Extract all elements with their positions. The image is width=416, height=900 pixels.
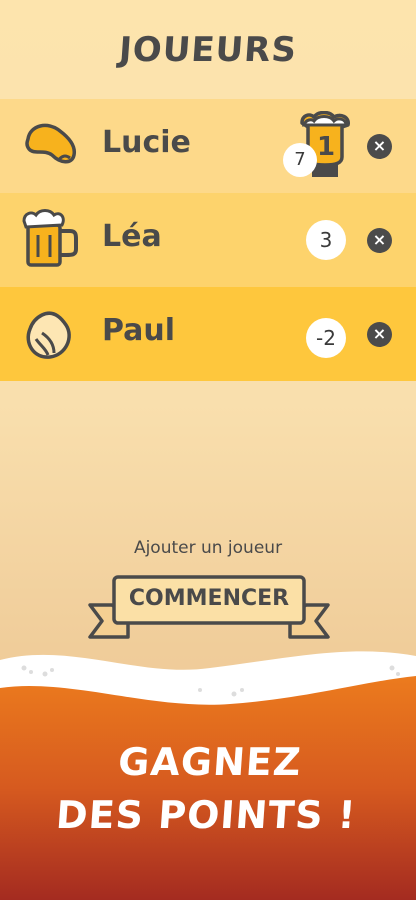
- player-name: Lucie: [102, 125, 191, 160]
- score-badge: 3: [306, 220, 346, 260]
- add-player-link[interactable]: Ajouter un joueur: [0, 538, 416, 558]
- remove-player-button[interactable]: ×: [367, 322, 392, 347]
- page-title: JOUEURS: [117, 30, 299, 70]
- pistachio-icon: [20, 303, 80, 363]
- remove-player-button[interactable]: ×: [367, 228, 392, 253]
- promo-text: GAGNEZ DES POINTS !: [0, 736, 416, 842]
- player-row-lucie[interactable]: Lucie 1 7 ×: [0, 99, 416, 193]
- player-name: Léa: [102, 219, 162, 254]
- promo-line: GAGNEZ: [116, 740, 303, 784]
- potato-chip-icon: [20, 115, 80, 175]
- rank-label: 1: [317, 132, 336, 162]
- score-badge: 7: [283, 143, 317, 177]
- player-row-lea[interactable]: Léa 3 ×: [0, 193, 416, 287]
- beer-mug-icon: [20, 209, 80, 269]
- start-button-label[interactable]: COMMENCER: [115, 584, 303, 614]
- player-name: Paul: [102, 313, 176, 348]
- score-badge: -2: [306, 318, 346, 358]
- promo-line: DES POINTS !: [54, 793, 358, 837]
- remove-player-button[interactable]: ×: [367, 134, 392, 159]
- player-row-paul[interactable]: Paul -2 ×: [0, 287, 416, 381]
